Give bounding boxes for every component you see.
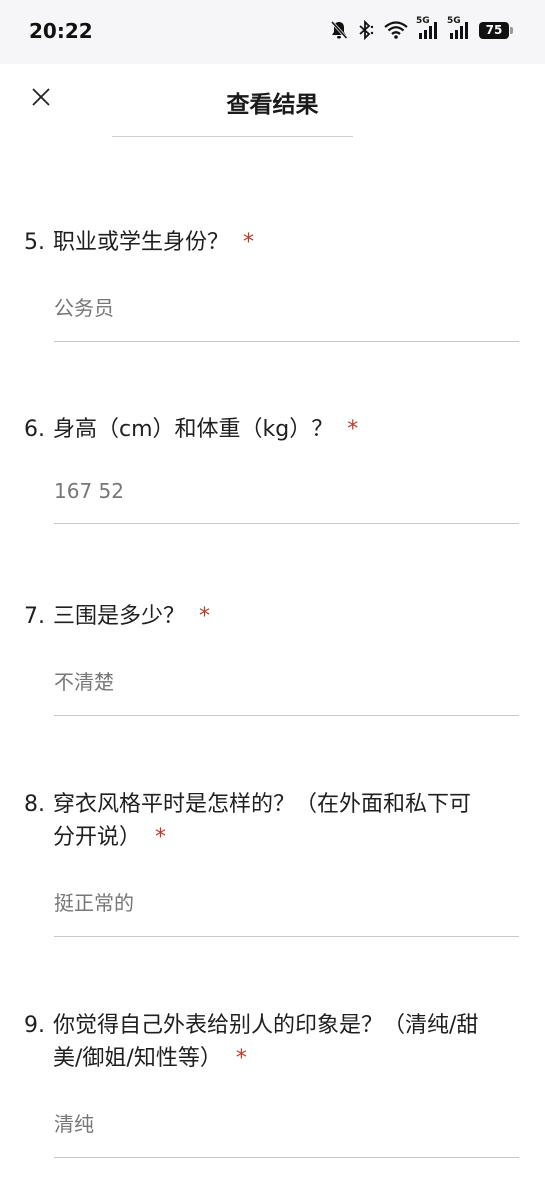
- status-icons: 5G 5G 75: [330, 16, 513, 40]
- question-number: 9.: [24, 1013, 45, 1038]
- question-text: 职业或学生身份？: [53, 230, 230, 255]
- answer-value: 公务员: [54, 292, 519, 342]
- answer-value: 不清楚: [54, 666, 519, 716]
- required-star: *: [243, 230, 255, 255]
- question-text: 三围是多少？: [53, 604, 186, 629]
- question-number: 6.: [24, 417, 45, 442]
- question-title: 8. 穿衣风格平时是怎样的？（在外面和私下可分开说） *: [0, 788, 545, 854]
- question-title: 7. 三围是多少？ *: [0, 600, 545, 633]
- question-item: 5. 职业或学生身份？ * 公务员: [0, 226, 545, 342]
- question-title: 5. 职业或学生身份？ *: [0, 226, 545, 259]
- bluetooth-icon: [357, 20, 375, 40]
- answer-value: 清纯: [54, 1108, 519, 1158]
- status-bar: 20:22 5G 5G 75: [0, 0, 545, 64]
- question-text: 穿衣风格平时是怎样的？（在外面和私下可分开说）: [53, 792, 472, 850]
- status-time: 20:22: [29, 19, 93, 43]
- header: 查看结果: [0, 64, 545, 138]
- battery-icon: 75: [479, 21, 513, 39]
- required-star: *: [235, 1046, 247, 1071]
- question-number: 8.: [24, 792, 45, 817]
- mute-bell-icon: [330, 20, 348, 40]
- question-number: 5.: [24, 230, 45, 255]
- page-title: 查看结果: [226, 92, 319, 118]
- question-text: 身高（cm）和体重（kg）？: [53, 417, 334, 442]
- header-divider: [112, 136, 353, 137]
- wifi-icon: [384, 21, 408, 39]
- question-item: 7. 三围是多少？ * 不清楚: [0, 600, 545, 716]
- question-text: 你觉得自己外表给别人的印象是？（清纯/甜美/御姐/知性等）: [53, 1013, 479, 1071]
- question-number: 7.: [24, 604, 45, 629]
- signal-5g-icon: 5G: [447, 16, 470, 40]
- question-title: 9. 你觉得自己外表给别人的印象是？（清纯/甜美/御姐/知性等） *: [0, 1009, 545, 1075]
- required-star: *: [155, 825, 167, 850]
- question-item: 9. 你觉得自己外表给别人的印象是？（清纯/甜美/御姐/知性等） * 清纯: [0, 1009, 545, 1158]
- answer-value: 挺正常的: [54, 887, 519, 937]
- signal-5g-icon: 5G: [416, 16, 439, 40]
- required-star: *: [347, 417, 359, 442]
- answer-value: 167 52: [54, 479, 519, 524]
- required-star: *: [199, 604, 211, 629]
- question-title: 6. 身高（cm）和体重（kg）？ *: [0, 413, 545, 446]
- question-item: 6. 身高（cm）和体重（kg）？ * 167 52: [0, 413, 545, 524]
- question-item: 8. 穿衣风格平时是怎样的？（在外面和私下可分开说） * 挺正常的: [0, 788, 545, 937]
